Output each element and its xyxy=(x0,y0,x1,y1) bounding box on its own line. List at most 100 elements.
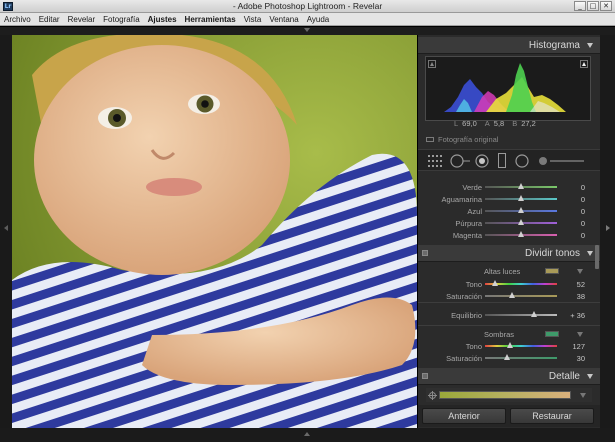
panel-scrollbar[interactable] xyxy=(595,245,599,269)
collapse-up-icon xyxy=(304,28,310,32)
crop-overlay-icon[interactable] xyxy=(428,155,442,167)
collapse-triangle-icon xyxy=(587,251,593,256)
slider-value[interactable]: 0 xyxy=(581,231,585,240)
original-photo-label: Fotografía original xyxy=(438,135,499,144)
readout-l-value: 69,0 xyxy=(462,119,477,128)
photo-preview[interactable] xyxy=(12,35,417,428)
divider xyxy=(418,302,600,303)
slider-value[interactable]: 0 xyxy=(581,207,585,216)
title-bar: Lr - Adobe Photoshop Lightroom - Revelar… xyxy=(0,0,615,13)
highlights-hue-row[interactable]: Tono 52 xyxy=(418,278,600,290)
slider-thumb[interactable] xyxy=(518,183,524,189)
balance-row[interactable]: Equilibrio + 36 xyxy=(418,309,600,321)
highlight-clipping-icon[interactable] xyxy=(580,60,588,68)
spot-removal-icon[interactable] xyxy=(450,154,470,168)
slider-thumb[interactable] xyxy=(518,219,524,225)
slider-value[interactable]: 0 xyxy=(581,195,585,204)
reset-button[interactable]: Restaurar xyxy=(510,408,594,424)
slider-value[interactable]: 127 xyxy=(572,342,585,351)
red-eye-icon[interactable] xyxy=(475,154,489,168)
slider-label: Equilibrio xyxy=(451,311,482,320)
highlights-label: Altas luces xyxy=(484,267,521,276)
top-panel-toggle[interactable] xyxy=(0,27,615,35)
previous-button[interactable]: Anterior xyxy=(422,408,506,424)
readout-b-label: B xyxy=(512,119,518,128)
slider-label: Púrpura xyxy=(455,219,482,228)
slider-thumb[interactable] xyxy=(530,311,537,317)
menu-ayuda[interactable]: Ayuda xyxy=(307,15,330,24)
original-photo-toggle[interactable]: Fotografía original xyxy=(426,135,498,144)
slider-thumb[interactable] xyxy=(492,280,499,286)
hsl-row-verde[interactable]: Verde 0 xyxy=(418,181,600,193)
adjustment-brush-icon[interactable] xyxy=(538,156,584,166)
hsl-row-magenta[interactable]: Magenta 0 xyxy=(418,229,600,241)
slider-value[interactable]: 52 xyxy=(577,280,585,289)
split-toning-header[interactable]: Dividir tonos xyxy=(418,245,600,262)
menu-ventana[interactable]: Ventana xyxy=(269,15,298,24)
close-icon[interactable]: ✕ xyxy=(600,1,612,11)
slider-track[interactable] xyxy=(485,357,557,359)
menu-vista[interactable]: Vista xyxy=(244,15,262,24)
expand-left-icon xyxy=(4,225,8,231)
photo-child-image xyxy=(12,35,417,428)
slider-track[interactable] xyxy=(485,345,557,347)
highlights-collapse-icon[interactable] xyxy=(577,269,583,274)
histogram[interactable] xyxy=(425,56,591,121)
slider-value[interactable]: + 36 xyxy=(570,311,585,320)
slider-value[interactable]: 30 xyxy=(577,354,585,363)
expand-up-icon xyxy=(304,432,310,436)
radial-filter-icon[interactable] xyxy=(515,154,529,168)
left-panel-toggle[interactable] xyxy=(0,35,12,428)
hsl-row-purpura[interactable]: Púrpura 0 xyxy=(418,217,600,229)
shadows-hue-row[interactable]: Tono 127 xyxy=(418,340,600,352)
highlights-saturation-row[interactable]: Saturación 38 xyxy=(418,290,600,302)
shadow-clipping-icon[interactable] xyxy=(428,60,436,68)
menu-bar: Archivo Editar Revelar Fotografía Ajuste… xyxy=(0,13,615,26)
slider-track[interactable] xyxy=(485,314,557,316)
slider-value[interactable]: 0 xyxy=(581,183,585,192)
readout-l-label: L xyxy=(454,119,459,128)
original-photo-checkbox[interactable] xyxy=(426,137,434,142)
detail-collapse-icon[interactable] xyxy=(580,393,586,398)
menu-revelar[interactable]: Revelar xyxy=(68,15,96,24)
menu-fotografia[interactable]: Fotografía xyxy=(103,15,139,24)
window-title: - Adobe Photoshop Lightroom - Revelar xyxy=(232,1,383,11)
readout-a-label: A xyxy=(484,119,490,128)
hsl-row-azul[interactable]: Azul 0 xyxy=(418,205,600,217)
detail-header[interactable]: Detalle xyxy=(418,368,600,385)
right-panel-toggle[interactable] xyxy=(600,35,615,428)
target-adjust-icon[interactable] xyxy=(428,391,437,400)
histogram-readout: L 69,0 A 5,8 B 27,2 xyxy=(454,119,536,128)
slider-track[interactable] xyxy=(485,295,557,297)
shadows-saturation-row[interactable]: Saturación 30 xyxy=(418,352,600,364)
shadows-label: Sombras xyxy=(484,330,515,339)
slider-thumb[interactable] xyxy=(518,207,524,213)
menu-editar[interactable]: Editar xyxy=(39,15,60,24)
slider-label: Tono xyxy=(465,280,482,289)
highlights-color-swatch[interactable] xyxy=(545,268,559,274)
maximize-icon[interactable]: □ xyxy=(587,1,599,11)
menu-ajustes[interactable]: Ajustes xyxy=(148,15,177,24)
graduated-filter-icon[interactable] xyxy=(498,153,506,168)
minimize-icon[interactable]: _ xyxy=(574,1,586,11)
slider-thumb[interactable] xyxy=(503,354,510,360)
histogram-header[interactable]: Histograma xyxy=(418,37,600,54)
menu-herramientas[interactable]: Herramientas xyxy=(185,15,236,24)
slider-thumb[interactable] xyxy=(507,342,514,348)
slider-thumb[interactable] xyxy=(518,195,524,201)
detail-color-preview xyxy=(439,391,571,399)
slider-value[interactable]: 38 xyxy=(577,292,585,301)
slider-thumb[interactable] xyxy=(518,231,524,237)
bottom-panel-toggle[interactable] xyxy=(0,428,615,442)
slider-label: Saturación xyxy=(446,292,482,301)
slider-value[interactable]: 0 xyxy=(581,219,585,228)
slider-thumb[interactable] xyxy=(509,292,516,298)
menu-archivo[interactable]: Archivo xyxy=(4,15,31,24)
slider-label: Verde xyxy=(462,183,482,192)
shadows-collapse-icon[interactable] xyxy=(577,332,583,337)
hsl-row-aguamarina[interactable]: Aguamarina 0 xyxy=(418,193,600,205)
slider-label: Saturación xyxy=(446,354,482,363)
panel-switch-icon[interactable] xyxy=(422,250,428,256)
shadows-color-swatch[interactable] xyxy=(545,331,559,337)
panel-switch-icon[interactable] xyxy=(422,373,428,379)
